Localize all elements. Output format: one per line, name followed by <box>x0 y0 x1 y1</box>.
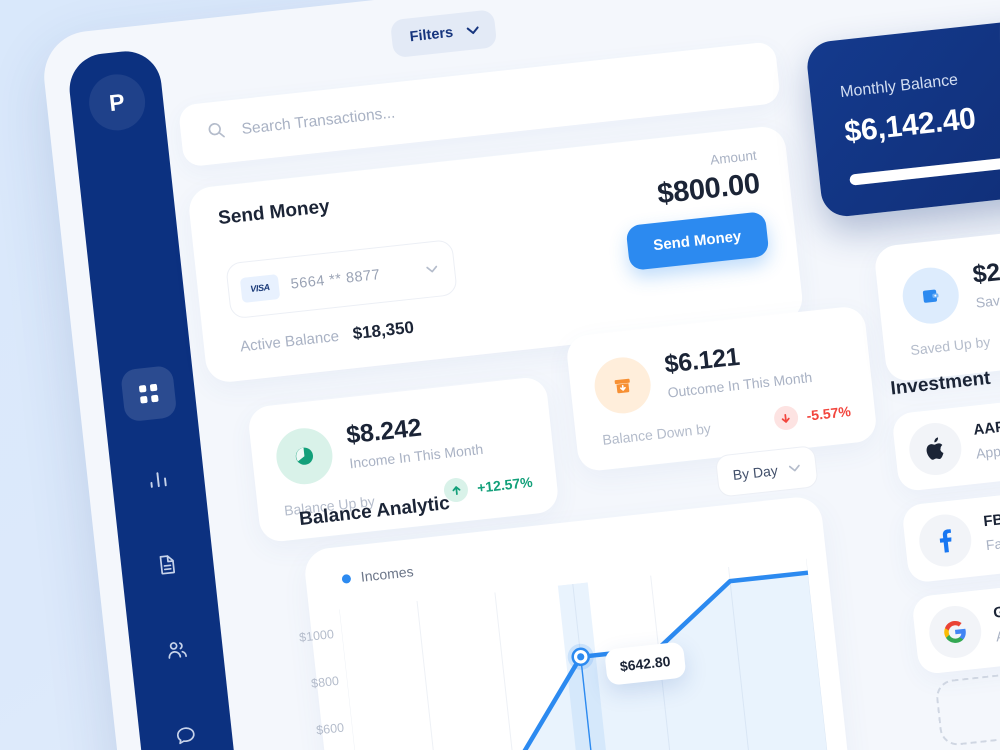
card-number-label: 5664 ** 8877 <box>289 267 382 293</box>
chart-legend: Incomes <box>341 563 414 587</box>
active-balance-value: $18,350 <box>351 317 415 344</box>
stat-delta-value: +12.57% <box>476 473 534 496</box>
stat-value: $8.242 <box>344 413 423 450</box>
send-money-title: Send Money <box>217 196 331 230</box>
search-icon <box>206 120 227 146</box>
sidebar-item-customers[interactable] <box>126 602 227 697</box>
chart-y-tick: $600 <box>315 720 345 738</box>
outcome-box-icon <box>591 354 654 417</box>
investment-company: Apple Inc. <box>975 439 1000 462</box>
monthly-balance-label: Monthly Balance <box>839 71 959 102</box>
active-balance-label: Active Balance <box>239 327 340 356</box>
chart-range-label: By Day <box>731 462 779 484</box>
income-line-chart[interactable] <box>338 558 835 750</box>
stat-value: $2.102 <box>971 252 1000 289</box>
investment-symbol: GOOGL <box>992 598 1000 622</box>
google-icon <box>926 603 984 661</box>
arrow-down-icon <box>772 404 799 432</box>
monthly-balance-progress-fill <box>849 150 1000 186</box>
sidebar-item-messages[interactable] <box>136 688 237 750</box>
investment-symbol: FB2A.BE <box>982 506 1000 531</box>
stat-delta: -5.57% <box>772 399 852 432</box>
amount-label: Amount <box>709 147 758 168</box>
chart-plot-area: $200$400$600$800$1000 11 Am12 Pm01 Pm $6… <box>298 558 835 750</box>
sidebar-item-analytics[interactable] <box>108 431 209 526</box>
app-logo[interactable]: P <box>86 71 148 134</box>
search-placeholder: Search Transactions... <box>240 104 397 139</box>
legend-dot-icon <box>341 573 352 584</box>
chevron-down-icon <box>425 260 439 279</box>
investment-company: Facebook Inc. <box>985 528 1000 554</box>
chevron-down-icon <box>788 459 802 478</box>
stat-delta-value: -5.57% <box>805 402 852 424</box>
stat-footer: Balance Down by <box>601 420 712 448</box>
pie-chart-icon <box>273 425 336 488</box>
apple-icon <box>906 420 964 478</box>
active-balance: Active Balance $18,350 <box>239 318 415 357</box>
users-icon <box>148 621 205 678</box>
investment-company: Alphabet Inc. <box>995 620 1000 645</box>
decorative-circle <box>988 4 1000 155</box>
amount-value: $800.00 <box>655 167 762 211</box>
wallet-icon <box>899 264 962 327</box>
chevron-down-icon <box>465 21 480 40</box>
bar-chart-icon <box>129 450 186 507</box>
monthly-balance-value: $6,142.40 <box>842 101 978 149</box>
monthly-balance-progress-track <box>849 141 1000 186</box>
card-selector-dropdown[interactable]: VISA 5664 ** 8877 <box>225 239 458 320</box>
app-canvas: P Filters Search Transactions... Send Mo… <box>0 0 1000 750</box>
stat-footer: Saved Up by <box>909 333 992 359</box>
legend-label: Incomes <box>359 563 415 585</box>
visa-icon: VISA <box>239 273 281 303</box>
filters-label: Filters <box>408 24 454 46</box>
app-logo-letter: P <box>107 88 127 116</box>
chart-y-tick: $1000 <box>298 626 335 645</box>
facebook-icon <box>916 511 974 570</box>
sidebar-item-dashboard[interactable] <box>98 346 199 441</box>
document-icon <box>139 536 196 593</box>
grid-dashboard-icon <box>120 364 178 423</box>
sidebar-item-documents[interactable] <box>117 517 218 612</box>
chat-bubble-icon <box>157 707 214 750</box>
investment-symbol: AAPL <box>972 417 1000 439</box>
stat-delta: +12.57% <box>443 470 534 504</box>
send-money-button[interactable]: Send Money <box>625 211 770 271</box>
stat-value: $6.121 <box>663 342 741 379</box>
chart-y-tick: $800 <box>310 673 340 691</box>
